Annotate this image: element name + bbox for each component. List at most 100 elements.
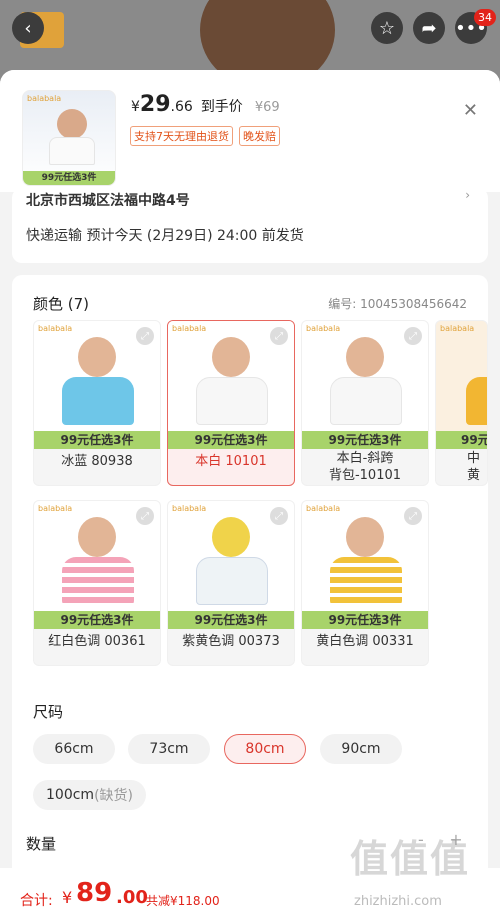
total-label: 合计:	[20, 893, 53, 909]
variant-photo: balabala ⤢	[168, 501, 294, 611]
variant-promo: 99元任选3件	[168, 611, 294, 629]
variant-name: 黄白色调 00331	[316, 634, 414, 649]
color-option-red-white[interactable]: balabala ⤢ 99元任选3件 红白色调 00361	[33, 500, 161, 666]
color-option-yellow-bag[interactable]: balabala 99元任选3件 中黄 背包	[435, 320, 488, 486]
variant-brand: balabala	[172, 504, 207, 513]
close-button[interactable]: ✕	[463, 100, 478, 121]
size-option-73[interactable]: 73cm	[128, 734, 210, 764]
zoom-icon[interactable]: ⤢	[404, 507, 422, 525]
color-option-yellow-white[interactable]: balabala ⤢ 99元任选3件 黄白色调 00331	[301, 500, 429, 666]
star-icon: ☆	[378, 17, 396, 39]
share-button[interactable]: ➦	[413, 12, 445, 44]
thumb-brand: balabala	[27, 94, 62, 103]
thumb-shirt-shape	[49, 137, 95, 165]
late-compensation-tag: 晚发赔	[239, 126, 280, 146]
price-decimal: .66	[170, 99, 193, 115]
zoom-icon[interactable]: ⤢	[270, 327, 288, 345]
kid-shirt-shape	[196, 557, 268, 605]
sku-selector-sheet: balabala 99元任选3件 ¥ 29 .66 到手价 ¥69 支持7天无理…	[0, 70, 500, 917]
chevron-left-icon: ‹	[24, 17, 32, 39]
kid-head-shape	[212, 337, 250, 377]
variant-photo: balabala ⤢	[302, 501, 428, 611]
size-label: 100cm	[46, 787, 95, 803]
kid-shirt-shape	[62, 557, 134, 605]
size-option-90[interactable]: 90cm	[320, 734, 402, 764]
share-icon: ➦	[421, 17, 437, 39]
product-code: 编号: 10045308456642	[328, 297, 467, 311]
zoom-icon[interactable]: ⤢	[136, 327, 154, 345]
variant-brand: balabala	[172, 324, 207, 333]
variant-brand: balabala	[440, 324, 475, 333]
total-decimal: .00	[116, 887, 148, 908]
kid-shirt-shape	[466, 377, 487, 425]
kid-hat-shape	[212, 517, 250, 557]
size-section-title: 尺码	[33, 703, 64, 721]
size-option-80[interactable]: 80cm	[224, 734, 306, 764]
thumb-promo: 99元任选3件	[23, 171, 115, 185]
options-card: 颜色 (7) 编号: 10045308456642 balabala ⤢ 99元…	[12, 275, 488, 917]
variant-promo: 99元任选3件	[34, 611, 160, 629]
kid-head-shape	[346, 337, 384, 377]
price-currency: ¥	[131, 99, 140, 115]
shipping-estimate: 快递运输 预计今天 (2月29日) 24:00 前发货	[26, 228, 304, 244]
favorite-button[interactable]: ☆	[371, 12, 403, 44]
thumb-kid-shape	[57, 109, 87, 139]
variant-photo: balabala ⤢	[168, 321, 294, 431]
variant-promo: 99元任选3件	[34, 431, 160, 449]
kid-shirt-shape	[62, 377, 134, 425]
variant-name: 本白-斜跨 背包-10101	[328, 451, 402, 483]
original-price: ¥69	[254, 100, 280, 115]
kid-shirt-shape	[196, 377, 268, 425]
total-currency: ¥	[62, 888, 73, 907]
quantity-title: 数量	[26, 835, 57, 853]
watermark-url: zhizhizhi.com	[354, 894, 442, 909]
variant-photo: balabala	[436, 321, 487, 431]
variant-brand: balabala	[306, 504, 341, 513]
variant-name: 本白 10101	[195, 454, 267, 469]
address-card[interactable]: 北京市西城区法福中路4号 › 快递运输 预计今天 (2月29日) 24:00 前…	[12, 188, 488, 263]
variant-photo: balabala ⤢	[302, 321, 428, 431]
discount-amount: 共减¥118.00	[146, 894, 220, 908]
chevron-right-icon: ›	[465, 188, 470, 202]
zoom-icon[interactable]: ⤢	[270, 507, 288, 525]
variant-promo: 99元任选3件	[436, 431, 487, 449]
product-thumbnail[interactable]: balabala 99元任选3件	[22, 90, 116, 186]
color-option-ice-blue[interactable]: balabala ⤢ 99元任选3件 冰蓝 80938	[33, 320, 161, 486]
variant-brand: balabala	[306, 324, 341, 333]
kid-shirt-shape	[330, 377, 402, 425]
variant-brand: balabala	[38, 504, 73, 513]
size-option-100[interactable]: 100cm (缺货)	[33, 780, 146, 810]
variant-photo: balabala ⤢	[34, 501, 160, 611]
zoom-icon[interactable]: ⤢	[136, 507, 154, 525]
watermark-logo: 值值值	[350, 837, 471, 881]
variant-promo: 99元任选3件	[302, 611, 428, 629]
total-integer: 89	[76, 878, 113, 908]
color-option-purple-yellow[interactable]: balabala ⤢ 99元任选3件 紫黄色调 00373	[167, 500, 295, 666]
price-label: 到手价	[200, 99, 243, 115]
color-option-white[interactable]: balabala ⤢ 99元任选3件 本白 10101	[167, 320, 295, 486]
zoom-icon[interactable]: ⤢	[404, 327, 422, 345]
color-option-white-bag[interactable]: balabala ⤢ 99元任选3件 本白-斜跨 背包-10101	[301, 320, 429, 486]
out-of-stock-note: (缺货)	[94, 788, 133, 804]
price-integer: 29	[139, 92, 171, 117]
variant-brand: balabala	[38, 324, 73, 333]
color-section-title: 颜色 (7)	[33, 295, 90, 313]
return-policy-tag: 支持7天无理由退货	[130, 126, 233, 146]
notification-badge: 34	[474, 9, 496, 26]
kid-head-shape	[346, 517, 384, 557]
address-line: 北京市西城区法福中路4号	[26, 193, 190, 206]
service-tags: 支持7天无理由退货 晚发赔	[130, 126, 280, 146]
variant-name: 紫黄色调 00373	[182, 634, 280, 649]
variant-name: 中黄 背包	[467, 451, 481, 483]
back-button[interactable]: ‹	[12, 12, 44, 44]
variant-name: 红白色调 00361	[48, 634, 146, 649]
variant-name: 冰蓝 80938	[61, 454, 133, 469]
size-option-66[interactable]: 66cm	[33, 734, 115, 764]
variant-promo: 99元任选3件	[302, 431, 428, 449]
variant-promo: 99元任选3件	[168, 431, 294, 449]
close-icon: ✕	[462, 100, 478, 121]
sheet-header: balabala 99元任选3件 ¥ 29 .66 到手价 ¥69 支持7天无理…	[0, 70, 500, 192]
variant-photo: balabala ⤢	[34, 321, 160, 431]
kid-head-shape	[78, 337, 116, 377]
kid-head-shape	[78, 517, 116, 557]
